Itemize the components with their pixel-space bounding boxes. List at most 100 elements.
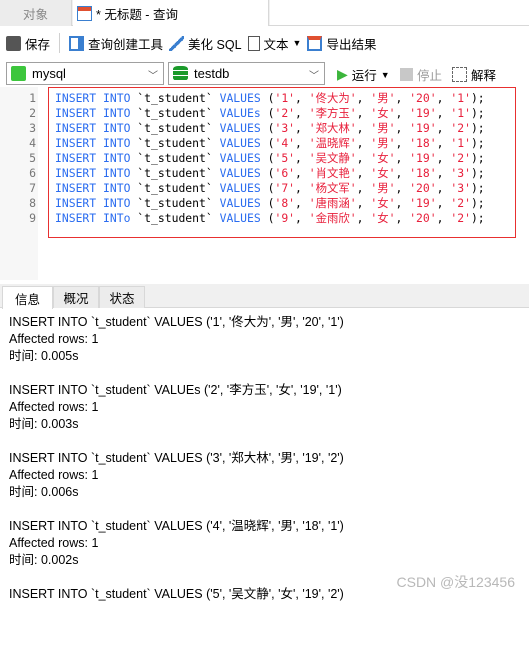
code-line: INSERT INTo `t_student` VALUES ('9', '金雨… bbox=[55, 211, 485, 226]
message-time: 时间: 0.005s bbox=[9, 349, 79, 363]
string-literal: '20' bbox=[409, 211, 437, 225]
string-literal: '男' bbox=[370, 121, 396, 135]
string-literal: '唐雨涵' bbox=[308, 196, 357, 210]
string-literal: '温晓辉' bbox=[308, 136, 357, 150]
punct: , bbox=[436, 136, 451, 150]
query-builder-label: 查询创建工具 bbox=[88, 37, 164, 52]
watermark: CSDN @没123456 bbox=[396, 574, 516, 590]
sql-editor[interactable]: 123456789 INSERT INTO `t_student` VALUES… bbox=[0, 87, 529, 280]
string-literal: '郑大林' bbox=[308, 121, 357, 135]
stop-label: 停止 bbox=[417, 69, 443, 83]
message-block: INSERT INTO `t_student` VALUEs ('2', '李方… bbox=[9, 382, 344, 450]
string-literal: '肖文艳' bbox=[308, 166, 357, 180]
string-literal: '19' bbox=[409, 121, 437, 135]
table-name: `t_student` bbox=[137, 121, 213, 135]
toolbar: 保存 查询创建工具 美化 SQL 文本 ▼ 导出结果 bbox=[0, 30, 529, 56]
string-literal: '女' bbox=[370, 106, 396, 120]
sql-keyword: VALUES bbox=[219, 181, 261, 195]
message-time: 时间: 0.003s bbox=[9, 417, 79, 431]
paren: ( bbox=[260, 181, 275, 195]
tab-query[interactable]: * 无标题 - 查询 bbox=[73, 0, 269, 26]
tab-status[interactable]: 状态 bbox=[99, 286, 145, 308]
message-time: 时间: 0.006s bbox=[9, 485, 79, 499]
punct: ); bbox=[470, 136, 485, 150]
explain-button[interactable]: 解释 bbox=[452, 65, 496, 84]
chevron-down-icon: ﹀ bbox=[148, 71, 158, 82]
punct: , bbox=[395, 166, 410, 180]
sql-keyword: INSERT INTO bbox=[55, 106, 131, 120]
punct: , bbox=[436, 211, 451, 225]
tab-info[interactable]: 信息 bbox=[2, 286, 53, 309]
sql-keyword: INSERT INTo bbox=[55, 211, 131, 225]
string-literal: '杨文军' bbox=[308, 181, 357, 195]
punct: ); bbox=[470, 121, 485, 135]
beautify-sql-button[interactable]: 美化 SQL bbox=[169, 34, 242, 53]
code-line: INSERT INTO `t_student` VALUEs ('2', '李方… bbox=[55, 106, 485, 121]
punct: , bbox=[436, 121, 451, 135]
punct: , bbox=[356, 106, 371, 120]
tab-label: 概况 bbox=[63, 292, 89, 306]
save-icon bbox=[6, 35, 21, 51]
table-name: `t_student` bbox=[137, 166, 213, 180]
table-name: `t_student` bbox=[137, 151, 213, 165]
line-number: 9 bbox=[29, 211, 36, 225]
tab-overview[interactable]: 概况 bbox=[53, 286, 99, 308]
save-button[interactable]: 保存 bbox=[6, 34, 50, 53]
message-affected: Affected rows: 1 bbox=[9, 400, 99, 414]
line-number: 1 bbox=[29, 91, 36, 105]
tab-label: 信息 bbox=[14, 292, 40, 307]
sql-keyword: VALUES bbox=[219, 121, 261, 135]
string-literal: '2' bbox=[450, 151, 471, 165]
code-line: INSERT INTO `t_student` VALUES ('1', '佟大… bbox=[55, 91, 485, 106]
tab-label: * 无标题 - 查询 bbox=[96, 7, 178, 22]
database-icon bbox=[173, 66, 188, 81]
punct: ); bbox=[470, 151, 485, 165]
connection-row: mysql ﹀ testdb ﹀ ▶ 运行 ▼ 停止 解释 bbox=[0, 60, 529, 86]
run-button[interactable]: ▶ 运行 ▼ bbox=[337, 65, 390, 84]
punct: , bbox=[356, 166, 371, 180]
message-time: 时间: 0.002s bbox=[9, 553, 79, 567]
sql-keyword: VALUES bbox=[219, 136, 261, 150]
play-icon: ▶ bbox=[337, 66, 348, 82]
database-select[interactable]: testdb ﹀ bbox=[168, 62, 325, 85]
message-block: INSERT INTO `t_student` VALUES ('5', '吴文… bbox=[9, 586, 344, 654]
query-table-icon bbox=[77, 5, 92, 21]
table-name: `t_student` bbox=[137, 136, 213, 150]
line-number: 5 bbox=[29, 151, 36, 165]
divider bbox=[59, 33, 61, 53]
message-sql: INSERT INTO `t_student` VALUES ('4', '温晓… bbox=[9, 519, 344, 533]
tab-label: 对象 bbox=[22, 7, 48, 22]
dropdown-arrow-icon[interactable]: ▼ bbox=[293, 38, 302, 48]
tab-objects[interactable]: 对象 bbox=[0, 0, 72, 26]
query-builder-button[interactable]: 查询创建工具 bbox=[69, 34, 163, 53]
paren: ( bbox=[260, 196, 275, 210]
punct: , bbox=[395, 121, 410, 135]
punct: , bbox=[395, 91, 410, 105]
punct: , bbox=[295, 121, 309, 135]
connection-select[interactable]: mysql ﹀ bbox=[6, 62, 164, 85]
punct: ); bbox=[470, 166, 485, 180]
table-name: `t_student` bbox=[137, 91, 213, 105]
punct: , bbox=[295, 91, 309, 105]
code-line: INSERT INTO `t_student` VALUES ('4', '温晓… bbox=[55, 136, 485, 151]
sql-keyword: INSERT INTO bbox=[55, 181, 131, 195]
string-literal: '9' bbox=[274, 211, 296, 225]
export-results-button[interactable]: 导出结果 bbox=[307, 34, 376, 53]
message-sql: INSERT INTO `t_student` VALUES ('3', '郑大… bbox=[9, 451, 344, 465]
sql-keyword: INSERT INTO bbox=[55, 91, 131, 105]
text-button[interactable]: 文本 ▼ bbox=[247, 34, 302, 53]
beautify-label: 美化 SQL bbox=[188, 37, 242, 52]
string-literal: '20' bbox=[409, 181, 437, 195]
dropdown-arrow-icon[interactable]: ▼ bbox=[381, 70, 390, 80]
code-line: INSERT INTO `t_student` VALUES ('7', '杨文… bbox=[55, 181, 485, 196]
line-number: 2 bbox=[29, 106, 36, 120]
line-number: 6 bbox=[29, 166, 36, 180]
message-sql: INSERT INTO `t_student` VALUEs ('2', '李方… bbox=[9, 383, 342, 397]
explain-icon bbox=[452, 67, 467, 82]
stop-button[interactable]: 停止 bbox=[400, 65, 442, 84]
